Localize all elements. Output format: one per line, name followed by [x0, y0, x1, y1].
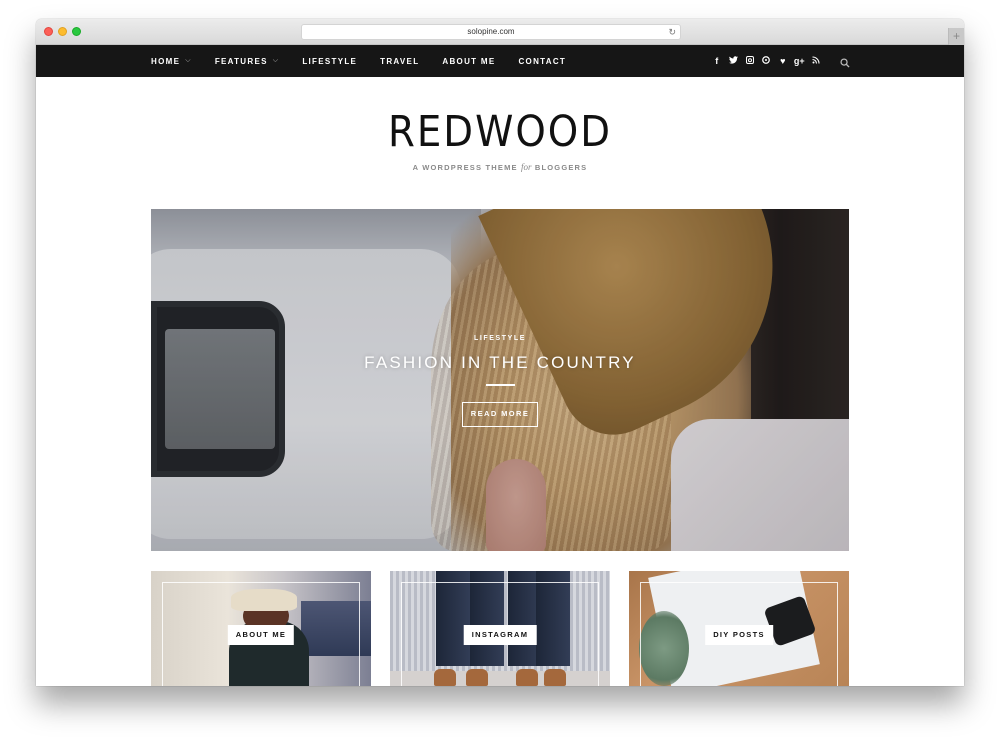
close-window-button[interactable] — [44, 27, 53, 36]
promo-label: INSTAGRAM — [463, 625, 537, 645]
browser-titlebar: solopine.com ↻ + — [36, 19, 964, 45]
featured-slider[interactable]: LIFESTYLE FASHION IN THE COUNTRY READ MO… — [151, 209, 849, 551]
zoom-window-button[interactable] — [72, 27, 81, 36]
site-logo[interactable]: REDWOOD — [36, 107, 964, 157]
site-navbar: HOME ⌵ FEATURES ⌵ LIFESTYLE TRAVEL ABOUT… — [36, 45, 964, 77]
nav-item-label: FEATURES — [214, 56, 268, 66]
twitter-icon[interactable] — [725, 56, 742, 66]
new-tab-button[interactable]: + — [948, 28, 964, 45]
hero-category-link[interactable]: LIFESTYLE — [151, 335, 849, 342]
promo-box-diy-posts[interactable]: DIY POSTS — [629, 571, 849, 686]
nav-item-label: TRAVEL — [380, 56, 420, 66]
address-bar[interactable]: solopine.com ↻ — [301, 24, 681, 40]
site-tagline: A WORDPRESS THEME for BLOGGERS — [36, 162, 964, 172]
nav-item-label: LIFESTYLE — [302, 56, 358, 66]
nav-item-label: HOME — [151, 56, 181, 66]
instagram-icon[interactable] — [742, 56, 759, 66]
search-button[interactable] — [840, 55, 852, 68]
promo-box-about-me[interactable]: ABOUT ME — [151, 571, 371, 686]
url-text: solopine.com — [467, 27, 515, 36]
logo-text: REDWOOD — [387, 107, 613, 157]
facebook-icon[interactable]: f — [709, 56, 726, 66]
tagline-text: BLOGGERS — [534, 163, 588, 172]
tagline-italic: for — [521, 162, 532, 172]
tagline-text: A WORDPRESS THEME — [412, 163, 518, 172]
heart-icon[interactable]: ♥ — [775, 56, 792, 66]
social-links: f ♥ g+ — [709, 45, 825, 77]
promo-label: DIY POSTS — [705, 625, 773, 645]
promo-box-instagram[interactable]: INSTAGRAM — [390, 571, 610, 686]
hero-divider — [486, 384, 515, 386]
minimize-window-button[interactable] — [58, 27, 67, 36]
pinterest-icon[interactable] — [758, 56, 775, 66]
hero-title[interactable]: FASHION IN THE COUNTRY — [151, 353, 849, 373]
nav-item-features[interactable]: FEATURES ⌵ — [215, 57, 280, 66]
nav-item-about-me[interactable]: ABOUT ME — [442, 57, 495, 66]
nav-item-travel[interactable]: TRAVEL — [380, 57, 419, 66]
google-plus-icon[interactable]: g+ — [791, 56, 808, 66]
promo-label: ABOUT ME — [227, 625, 295, 645]
main-menu: HOME ⌵ FEATURES ⌵ LIFESTYLE TRAVEL ABOUT… — [151, 45, 589, 77]
hero-caption: LIFESTYLE FASHION IN THE COUNTRY READ MO… — [151, 209, 849, 551]
reload-icon[interactable]: ↻ — [668, 25, 676, 39]
nav-item-label: CONTACT — [518, 56, 567, 66]
nav-item-label: ABOUT ME — [442, 56, 496, 66]
promo-boxes: ABOUT ME INSTAGRAM DIY POSTS — [151, 571, 849, 686]
nav-item-lifestyle[interactable]: LIFESTYLE — [302, 57, 357, 66]
chevron-down-icon: ⌵ — [272, 57, 280, 64]
read-more-button[interactable]: READ MORE — [462, 402, 538, 427]
rss-icon[interactable] — [808, 56, 825, 66]
chevron-down-icon: ⌵ — [185, 57, 192, 64]
browser-window: solopine.com ↻ + HOME ⌵ FEATURES ⌵ LIFES… — [36, 19, 964, 686]
nav-item-contact[interactable]: CONTACT — [518, 57, 566, 66]
search-icon — [840, 58, 850, 68]
plus-icon: + — [952, 29, 960, 43]
nav-item-home[interactable]: HOME ⌵ — [151, 57, 192, 66]
